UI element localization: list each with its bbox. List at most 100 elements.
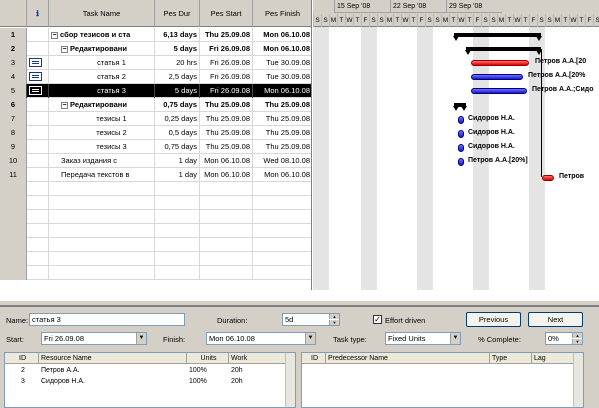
empty-row[interactable] xyxy=(0,252,311,266)
empty-cell[interactable] xyxy=(27,224,49,238)
header-finish[interactable]: Pes Finish xyxy=(253,0,311,27)
table-row[interactable]: 3 статья 1 20 hrs Fri 26.09.08 Tue 30.09.08 xyxy=(0,56,311,70)
start-cell[interactable]: Thu 25.09.08 xyxy=(200,112,253,126)
header-id[interactable] xyxy=(0,0,27,27)
res-name[interactable]: Петров А.А. xyxy=(39,365,187,376)
previous-button[interactable]: Previous xyxy=(466,312,521,327)
task-bar-9[interactable] xyxy=(458,144,464,152)
note-icon[interactable] xyxy=(29,58,42,68)
empty-cell[interactable] xyxy=(253,266,311,280)
start-cell[interactable]: Thu 25.09.08 xyxy=(200,28,253,42)
empty-cell[interactable] xyxy=(253,238,311,252)
row-id[interactable]: 1 xyxy=(0,28,27,42)
empty-cell[interactable] xyxy=(155,196,200,210)
empty-cell[interactable] xyxy=(200,210,253,224)
task-name-cell[interactable]: − Редактировани xyxy=(49,98,155,112)
task-bar-5[interactable] xyxy=(471,88,527,94)
task-name-cell[interactable]: статья 3 xyxy=(49,84,155,98)
task-bar-3[interactable] xyxy=(471,60,529,66)
start-input[interactable]: Fri 26.09.08 ▼ xyxy=(41,332,147,345)
table-row[interactable]: 5 статья 3 5 days Fri 26.09.08 Mon 06.10.08 xyxy=(0,84,311,98)
task-name-cell[interactable]: тезисы 2 xyxy=(49,126,155,140)
task-name-cell[interactable]: − сбор тезисов и ста xyxy=(49,28,155,42)
pred-col-type[interactable]: Type xyxy=(490,353,532,364)
res-col-id[interactable]: ID xyxy=(5,353,39,364)
res-units[interactable]: 100% xyxy=(187,376,229,387)
task-bar-10[interactable] xyxy=(458,158,464,166)
start-cell[interactable]: Fri 26.09.08 xyxy=(200,56,253,70)
res-work[interactable]: 20h xyxy=(229,376,287,387)
collapse-icon[interactable]: − xyxy=(51,31,58,39)
start-cell[interactable]: Fri 26.09.08 xyxy=(200,84,253,98)
empty-cell[interactable] xyxy=(253,182,311,196)
table-row[interactable]: 9 тезисы 3 0,75 days Thu 25.09.08 Thu 25.09.… xyxy=(0,140,311,154)
duration-cell[interactable]: 0,75 days xyxy=(155,140,200,154)
row-id[interactable] xyxy=(0,196,27,210)
empty-cell[interactable] xyxy=(253,252,311,266)
row-id[interactable]: 2 xyxy=(0,42,27,56)
res-vscrollbar[interactable] xyxy=(285,353,295,407)
spin-down-icon[interactable]: ▼ xyxy=(572,339,582,344)
empty-cell[interactable] xyxy=(27,182,49,196)
empty-row[interactable] xyxy=(0,182,311,196)
summary-bar-1[interactable] xyxy=(453,33,542,41)
empty-cell[interactable] xyxy=(27,196,49,210)
empty-cell[interactable] xyxy=(200,224,253,238)
finish-cell[interactable]: Tue 30.09.08 xyxy=(253,56,311,70)
task-name-cell[interactable]: Передача текстов в xyxy=(49,168,155,182)
row-id[interactable]: 6 xyxy=(0,98,27,112)
predecessors-grid[interactable]: ID Predecessor Name Type Lag xyxy=(301,352,584,408)
duration-cell[interactable]: 0,5 days xyxy=(155,126,200,140)
empty-cell[interactable] xyxy=(49,196,155,210)
table-row[interactable]: 1− сбор тезисов и ста 6,13 days Thu 25.09.0… xyxy=(0,28,311,42)
row-id[interactable] xyxy=(0,266,27,280)
empty-cell[interactable] xyxy=(49,182,155,196)
duration-cell[interactable]: 0,75 days xyxy=(155,98,200,112)
task-name-cell[interactable]: статья 1 xyxy=(49,56,155,70)
pred-col-lag[interactable]: Lag xyxy=(532,353,575,364)
empty-cell[interactable] xyxy=(253,224,311,238)
duration-cell[interactable]: 1 day xyxy=(155,154,200,168)
row-id[interactable]: 10 xyxy=(0,154,27,168)
start-cell[interactable]: Thu 25.09.08 xyxy=(200,140,253,154)
spin-up-icon[interactable]: ▲ xyxy=(572,333,582,338)
duration-cell[interactable]: 1 day xyxy=(155,168,200,182)
res-work[interactable]: 20h xyxy=(229,365,287,376)
finish-cell[interactable]: Thu 25.09.08 xyxy=(253,98,311,112)
finish-cell[interactable]: Thu 25.09.08 xyxy=(253,112,311,126)
chevron-down-icon[interactable]: ▼ xyxy=(136,333,146,344)
row-id[interactable]: 11 xyxy=(0,168,27,182)
complete-input[interactable]: 0% ▲ ▼ xyxy=(545,332,583,345)
empty-cell[interactable] xyxy=(253,210,311,224)
pred-col-name[interactable]: Predecessor Name xyxy=(326,353,490,364)
empty-cell[interactable] xyxy=(49,266,155,280)
row-id[interactable] xyxy=(0,238,27,252)
empty-cell[interactable] xyxy=(49,252,155,266)
res-col-work[interactable]: Work xyxy=(229,353,287,364)
empty-row[interactable] xyxy=(0,224,311,238)
task-bar-4[interactable] xyxy=(471,74,523,80)
res-units[interactable]: 100% xyxy=(187,365,229,376)
empty-cell[interactable] xyxy=(27,238,49,252)
empty-cell[interactable] xyxy=(253,196,311,210)
task-bar-8[interactable] xyxy=(458,130,464,138)
header-task-name[interactable]: Task Name xyxy=(49,0,155,27)
chevron-down-icon[interactable]: ▼ xyxy=(305,333,315,344)
header-start[interactable]: Pes Start xyxy=(200,0,253,27)
duration-cell[interactable]: 5 days xyxy=(155,42,200,56)
row-id[interactable]: 7 xyxy=(0,112,27,126)
finish-input[interactable]: Mon 06.10.08 ▼ xyxy=(206,332,316,345)
table-row[interactable]: 11 Передача текстов в1 day Mon 06.10.08 Mon… xyxy=(0,168,311,182)
duration-cell[interactable]: 0,25 days xyxy=(155,112,200,126)
empty-cell[interactable] xyxy=(155,210,200,224)
start-cell[interactable]: Mon 06.10.08 xyxy=(200,154,253,168)
finish-cell[interactable]: Mon 06.10.08 xyxy=(253,168,311,182)
pred-vscrollbar[interactable] xyxy=(573,353,583,407)
task-type-select[interactable]: Fixed Units ▼ xyxy=(385,332,461,345)
finish-cell[interactable]: Mon 06.10.08 xyxy=(253,42,311,56)
spin-down-icon[interactable]: ▼ xyxy=(329,320,339,325)
empty-cell[interactable] xyxy=(155,224,200,238)
empty-cell[interactable] xyxy=(49,238,155,252)
row-id[interactable] xyxy=(0,224,27,238)
task-name-cell[interactable]: − Редактировани xyxy=(49,42,155,56)
